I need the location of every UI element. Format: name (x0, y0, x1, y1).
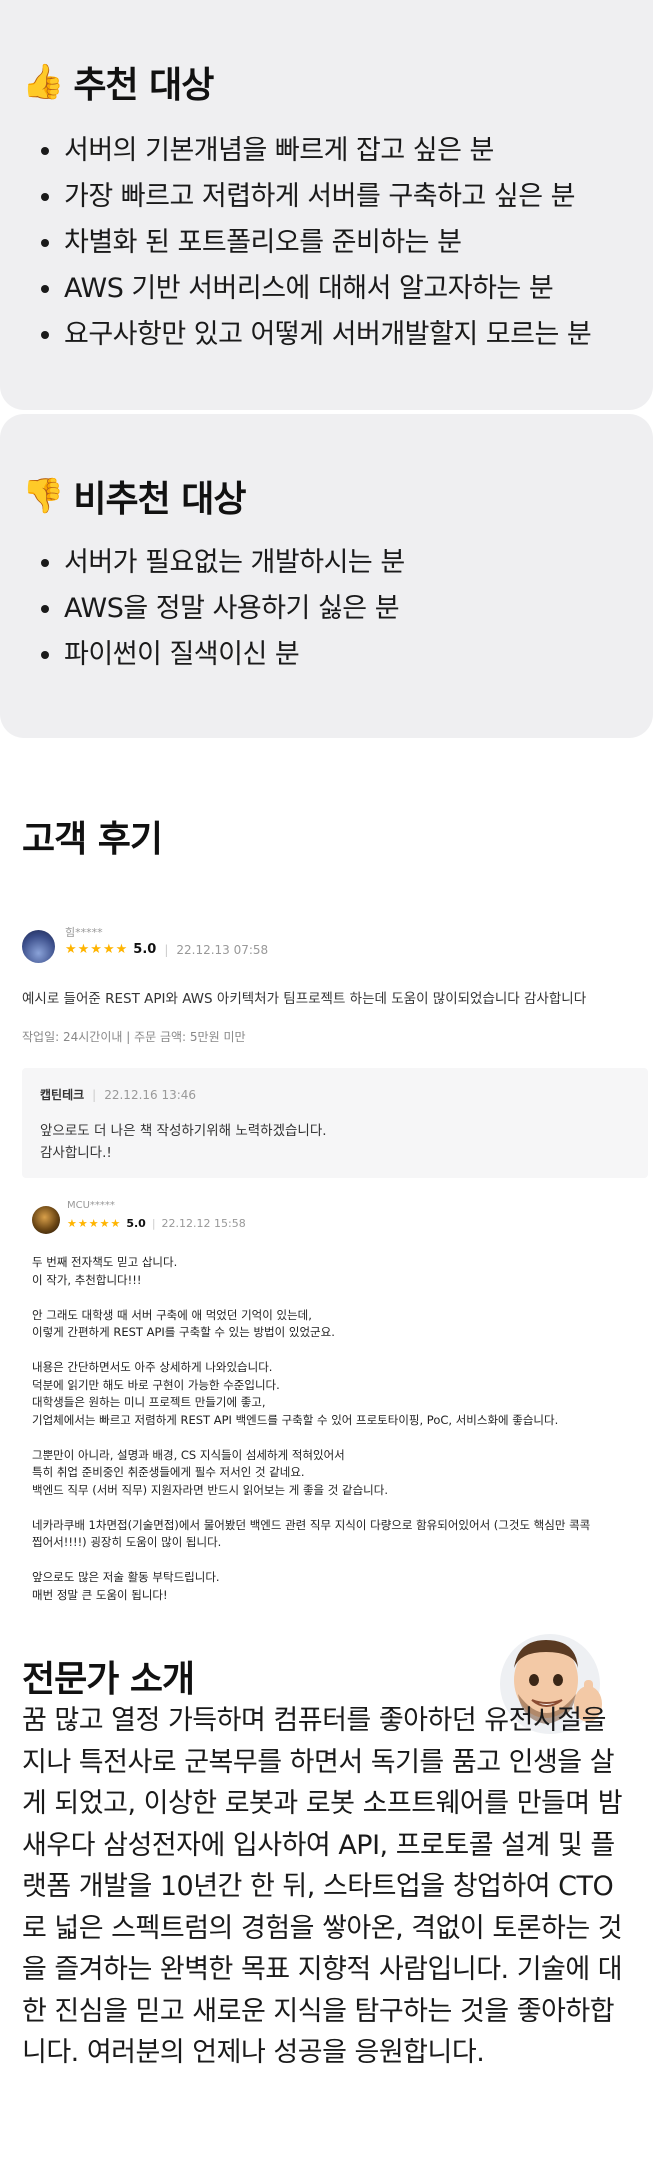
reply-author: 캡틴테크 (40, 1088, 85, 1102)
star-rating-icon: ★★★★★ (67, 1217, 122, 1230)
recommended-title-text: 추천 대상 (73, 65, 214, 106)
not-recommended-title-text: 비추천 대상 (73, 479, 246, 520)
seller-reply: 캡틴테크 | 22.12.16 13:46 앞으로도 더 나은 책 작성하기위해… (22, 1068, 648, 1178)
separator: | (164, 942, 169, 957)
not-recommended-title: 👎 비추천 대상 (22, 470, 246, 522)
reply-text: 앞으로도 더 나은 책 작성하기위해 노력하겠습니다. 감사합니다.! (40, 1123, 327, 1161)
separator: | (92, 1087, 97, 1102)
reply-date: 22.12.16 13:46 (104, 1087, 197, 1102)
review-1: 힘***** ★★★★★ 5.0 | 22.12.13 07:58 예시로 들어… (0, 920, 653, 1190)
recommended-title: 👍 추천 대상 (22, 56, 214, 108)
rating-row: ★★★★★ 5.0 | 22.12.13 07:58 (65, 942, 268, 957)
separator: | (151, 1217, 156, 1230)
rating-row: ★★★★★ 5.0 | 22.12.12 15:58 (67, 1217, 246, 1230)
list-item: 서버가 필요없는 개발하시는 분 (64, 540, 405, 586)
review-text: 두 번째 전자책도 믿고 삽니다. 이 작가, 추천합니다!!! 안 그래도 대… (32, 1255, 591, 1602)
not-recommended-list: 서버가 필요없는 개발하시는 분 AWS을 정말 사용하기 싫은 분 파이썬이 … (32, 540, 405, 678)
list-item: AWS 기반 서버리스에 대해서 알고자하는 분 (64, 266, 591, 312)
recommended-card: 👍 추천 대상 서버의 기본개념을 빠르게 잡고 싶은 분 가장 빠르고 저렵하… (0, 0, 653, 410)
expert-bio: 꿈 많고 열정 가득하며 컴퓨터를 좋아하던 유전시절을 지나 특전사로 군복무… (22, 1705, 623, 2068)
recommended-list: 서버의 기본개념을 빠르게 잡고 싶은 분 가장 빠르고 저렵하게 서버를 구축… (32, 128, 592, 358)
list-item: 요구사항만 있고 어떻게 서버개발할지 모르는 분 (64, 312, 592, 358)
list-item: AWS을 정말 사용하기 싫은 분 (64, 586, 405, 632)
thumbs-up-icon: 👍 (22, 62, 64, 102)
thumbs-down-icon: 👎 (22, 476, 64, 516)
work-info: 작업일: 24시간이내 | 주문 금액: 5만원 미만 (22, 1030, 246, 1044)
reviewer-name: MCU***** (67, 1200, 115, 1211)
review-date: 22.12.13 07:58 (176, 942, 269, 957)
expert-title: 전문가 소개 (22, 1659, 195, 1700)
rating-value: 5.0 (133, 942, 157, 957)
review-2: MCU***** ★★★★★ 5.0 | 22.12.12 15:58 두 번째… (0, 1200, 653, 1602)
avatar (32, 1206, 60, 1234)
star-rating-icon: ★★★★★ (65, 942, 129, 957)
list-item: 가장 빠르고 저렵하게 서버를 구축하고 싶은 분 (64, 174, 591, 220)
list-item: 파이썬이 질색이신 분 (64, 632, 405, 678)
reviews-title: 고객 후기 (22, 819, 163, 860)
review-date: 22.12.12 15:58 (161, 1217, 246, 1230)
reviewer-name: 힘***** (65, 926, 103, 939)
list-item: 차별화 된 포트폴리오를 준비하는 분 (64, 220, 591, 266)
not-recommended-card: 👎 비추천 대상 서버가 필요없는 개발하시는 분 AWS을 정말 사용하기 싫… (0, 414, 653, 738)
avatar (22, 930, 55, 963)
list-item: 서버의 기본개념을 빠르게 잡고 싶은 분 (64, 128, 591, 174)
review-text: 예시로 들어준 REST API와 AWS 아키텍처가 팀프로젝트 하는데 도움… (22, 991, 587, 1007)
rating-value: 5.0 (126, 1217, 146, 1230)
